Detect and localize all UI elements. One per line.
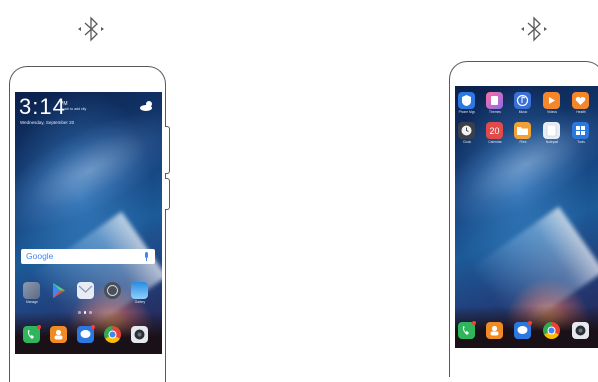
app-label: Health — [576, 110, 586, 114]
weather-hint[interactable]: Touch to add city — [60, 107, 86, 111]
app-label: Files — [519, 140, 527, 144]
play-store-icon[interactable] — [50, 282, 67, 299]
app-label: Music — [518, 110, 528, 114]
bluetooth-icon — [521, 16, 547, 42]
volume-button — [165, 178, 170, 210]
home-screen: Phone Mgr. Themes Music Videos Health 20… — [455, 86, 598, 348]
camera-icon[interactable] — [131, 326, 148, 343]
chrome-icon[interactable] — [543, 322, 560, 339]
app-label: Phone Mgr. — [458, 110, 476, 114]
bluetooth-icon — [78, 16, 104, 42]
google-logo: Google — [26, 251, 54, 261]
messages-icon[interactable] — [514, 321, 532, 339]
app-label: Notepad — [545, 140, 559, 144]
clock-icon[interactable] — [458, 122, 475, 139]
app-label: Clock — [462, 140, 472, 144]
camera-icon[interactable] — [572, 322, 589, 339]
lock-clock: 3:14 — [19, 94, 66, 119]
home-screen: 3:14 PM Touch to add city Wednesday, Sep… — [15, 92, 162, 354]
gallery-icon[interactable] — [131, 282, 148, 299]
chrome-icon[interactable] — [104, 326, 121, 343]
calendar-day: 20 — [489, 126, 500, 136]
manage-folder-icon[interactable] — [23, 282, 40, 299]
google-search-bar[interactable]: Google — [21, 249, 155, 264]
contacts-icon[interactable] — [486, 322, 503, 339]
app-label: Calendar — [488, 140, 502, 144]
files-icon[interactable] — [514, 122, 531, 139]
phone-icon[interactable] — [23, 325, 41, 343]
app-label: Gallery — [134, 300, 146, 304]
cloud-sun-icon[interactable] — [139, 100, 155, 112]
mic-icon[interactable] — [144, 252, 149, 261]
phone-manager-icon[interactable] — [458, 92, 475, 109]
health-icon[interactable] — [572, 92, 589, 109]
notepad-icon[interactable] — [543, 122, 560, 139]
themes-icon[interactable] — [486, 92, 503, 109]
tools-icon[interactable] — [572, 122, 589, 139]
page-indicator — [78, 311, 92, 314]
messages-icon[interactable] — [77, 325, 95, 343]
app-label: Tools — [577, 140, 585, 144]
power-button — [165, 126, 170, 174]
email-icon[interactable] — [77, 282, 94, 299]
phone-icon[interactable] — [458, 321, 476, 339]
app-label: Videos — [546, 110, 558, 114]
music-icon[interactable] — [514, 92, 531, 109]
app-label: Themes — [489, 110, 501, 114]
clock-date: Wednesday, September 20 — [20, 120, 75, 125]
contacts-icon[interactable] — [50, 326, 67, 343]
app-label: Manage — [26, 300, 38, 304]
app-market-icon[interactable] — [104, 282, 121, 299]
videos-icon[interactable] — [543, 92, 560, 109]
calendar-icon[interactable]: 20 — [486, 122, 503, 139]
